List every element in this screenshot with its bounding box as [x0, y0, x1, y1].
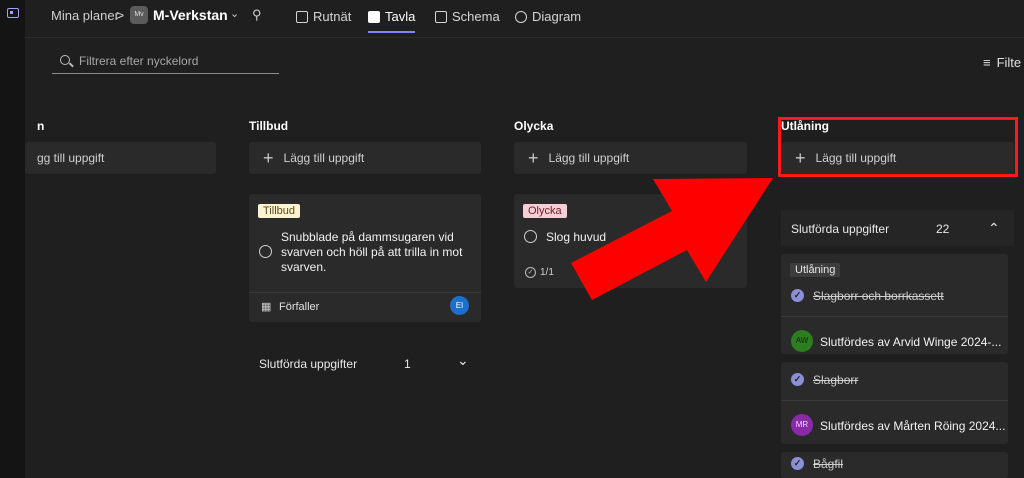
grid-icon	[296, 10, 308, 23]
chart-icon	[515, 10, 527, 23]
task-title-completed: Slagborr	[813, 373, 859, 387]
card-divider	[249, 292, 481, 293]
calendar-icon: ▦	[261, 301, 272, 313]
completed-tasks-toggle-tillbud[interactable]: Slutförda uppgifter	[259, 357, 357, 371]
highlight-box	[778, 117, 1018, 177]
completed-count: 22	[936, 222, 950, 236]
task-title-completed: Bågfil	[813, 457, 844, 471]
avatar: AW	[791, 330, 813, 352]
tab-charts[interactable]: Diagram	[515, 0, 581, 33]
plan-icon: Mv	[130, 6, 148, 24]
completed-label: Slutförda uppgifter	[791, 222, 890, 236]
label-chip-olycka: Olycka	[523, 204, 567, 218]
filter-icon: ≡	[983, 55, 991, 70]
completed-label: Slutförda uppgifter	[259, 357, 358, 371]
complete-task-checkbox[interactable]	[259, 245, 272, 258]
label-chip-tillbud: Tillbud	[258, 204, 300, 218]
chevron-down-icon[interactable]: ⌄	[230, 7, 239, 20]
task-title: Slog huvud	[546, 230, 607, 244]
label-chip-utlaning: Utlåning	[790, 263, 841, 277]
task-card-tillbud[interactable]: Tillbud Snubblade på dammsugaren vid sva…	[249, 194, 481, 322]
board-icon	[368, 10, 380, 23]
tab-schedule[interactable]: Schema	[435, 0, 500, 33]
card-divider	[781, 400, 1008, 401]
calendar-icon	[435, 10, 447, 23]
column-title-olycka: Olycka	[514, 119, 554, 133]
chevron-down-icon[interactable]: ⌄	[457, 352, 469, 369]
breadcrumb-root[interactable]: Mina planer	[51, 8, 119, 23]
pin-icon[interactable]: ⚲	[252, 7, 262, 23]
add-task-label: Lägg till uppgift	[548, 151, 630, 165]
tab-grid[interactable]: Rutnät	[296, 0, 351, 33]
complete-task-checkbox[interactable]	[524, 230, 537, 243]
assignee-avatar[interactable]: EI	[450, 296, 469, 315]
completed-check-icon[interactable]: ✓	[791, 289, 804, 302]
column-title: n	[37, 119, 45, 133]
completed-check-icon[interactable]: ✓	[791, 457, 804, 470]
breadcrumb-separator: >	[116, 7, 125, 23]
task-title-line: svarven och höll på att trilla in mot	[281, 245, 463, 259]
plan-title[interactable]: M-Verkstan	[153, 7, 228, 23]
checklist-progress: 1/1	[540, 267, 554, 278]
search-icon	[60, 55, 70, 65]
completed-by-text: Slutfördes av Arvid Winge 2024-...	[820, 335, 1002, 349]
planner-app-icon[interactable]	[7, 8, 19, 18]
completed-by-text: Slutfördes av Mårten Röing 2024...	[820, 419, 1006, 433]
tab-label: Schema	[452, 9, 500, 24]
filter-input[interactable]	[79, 54, 274, 68]
filter-button-label: Filte	[996, 55, 1022, 70]
plus-icon: +	[263, 147, 274, 168]
column-title-tillbud: Tillbud	[249, 119, 289, 133]
tab-label: Tavla	[385, 9, 416, 24]
completed-count: 1	[404, 357, 411, 371]
card-divider	[781, 316, 1008, 317]
task-title-completed: Slagborr och borrkassett	[813, 289, 944, 303]
task-title-line: svarven.	[281, 260, 327, 274]
filter-button[interactable]: ≡ Filte	[983, 55, 1021, 70]
due-date-label[interactable]: Förfaller	[279, 301, 319, 313]
app-rail	[0, 0, 25, 478]
keyword-filter	[52, 50, 279, 74]
add-task-button-tillbud[interactable]: + Lägg till uppgift	[249, 142, 481, 174]
add-task-button-olycka[interactable]: + Lägg till uppgift	[514, 142, 747, 174]
tab-label: Diagram	[532, 9, 582, 24]
task-title-line: Snubblade på dammsugaren vid	[281, 230, 454, 244]
checklist-icon: ✓	[525, 267, 536, 278]
tab-label: Rutnät	[313, 9, 352, 24]
completed-check-icon[interactable]: ✓	[791, 373, 804, 386]
add-task-button[interactable]: gg till uppgift	[25, 142, 216, 174]
avatar: MR	[791, 414, 813, 436]
completed-tasks-toggle-utlaning[interactable]: Slutförda uppgifter 22 ⌃	[781, 210, 1014, 246]
plus-icon: +	[528, 147, 539, 168]
completed-task-card[interactable]: ✓ Bågfil	[781, 452, 1008, 478]
add-task-label: Lägg till uppgift	[283, 151, 365, 165]
top-bar: Mina planer > Mv M-Verkstan ⌄ ⚲ Rutnät T…	[25, 0, 1024, 38]
completed-task-card[interactable]: ✓ Slagborr MR Slutfördes av Mårten Röing…	[781, 362, 1008, 444]
add-task-label: gg till uppgift	[37, 151, 105, 165]
chevron-up-icon[interactable]: ⌃	[988, 220, 1000, 237]
tab-board[interactable]: Tavla	[368, 0, 416, 33]
task-card-olycka[interactable]: Olycka Slog huvud ✓ 1/1	[514, 194, 747, 288]
completed-task-card[interactable]: Utlåning ✓ Slagborr och borrkassett AW S…	[781, 254, 1008, 354]
